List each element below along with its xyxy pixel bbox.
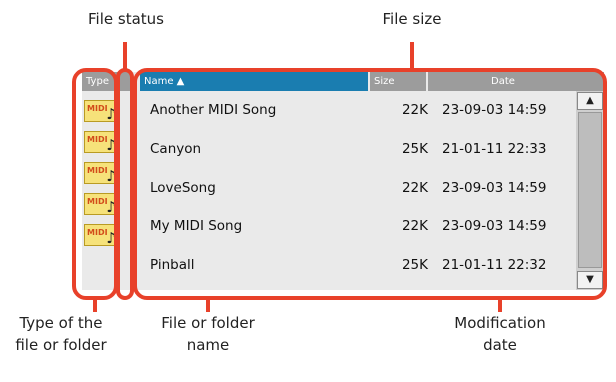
leader-date	[498, 298, 502, 312]
bracket-file-area	[133, 68, 607, 300]
bracket-status-column	[116, 68, 134, 300]
callout-date: Modification date	[454, 314, 546, 354]
leader-type	[93, 298, 97, 312]
leader-file-status	[123, 42, 127, 70]
bracket-type-column	[72, 68, 118, 300]
callout-file-size: File size	[382, 10, 442, 28]
callout-type: Type of the file or folder	[15, 314, 107, 354]
leader-file-size	[410, 42, 414, 70]
callout-file-status: File status	[88, 10, 164, 28]
callout-name: File or folder name	[161, 314, 255, 354]
leader-name	[206, 298, 210, 312]
